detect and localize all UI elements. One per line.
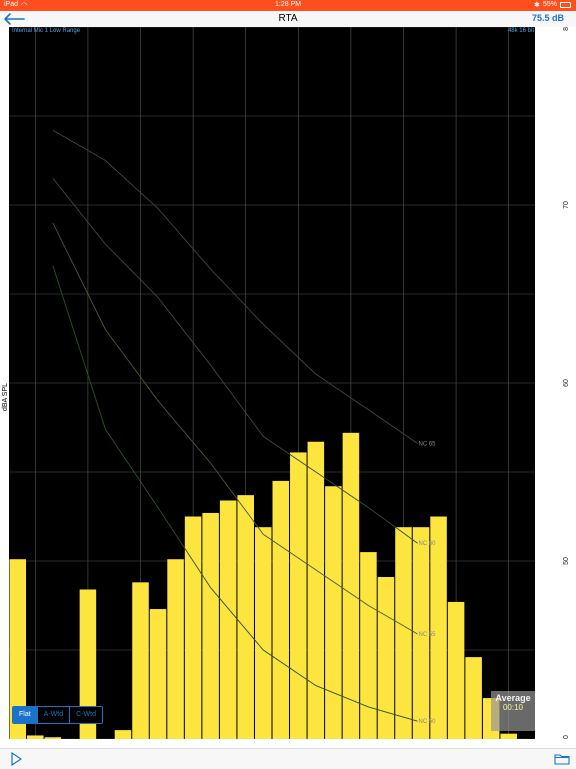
clock: 1:28 PM xyxy=(275,1,302,8)
status-bar: iPad ◠ 1:28 PM ✱ 55% xyxy=(0,0,576,11)
rta-bar xyxy=(377,577,395,739)
nc-label: NC 50 xyxy=(419,719,437,725)
weighting-a-button[interactable]: A-Wtd xyxy=(37,707,71,723)
play-icon[interactable] xyxy=(10,752,22,766)
rta-bar xyxy=(430,516,447,739)
y-tick-label: 40 xyxy=(563,735,570,739)
y-tick-label: 50 xyxy=(563,557,570,565)
level-readout: 75.5 dB xyxy=(531,13,564,23)
rta-bar xyxy=(342,432,360,739)
weighting-flat-button[interactable]: Flat xyxy=(13,707,38,723)
rta-bar xyxy=(290,452,307,739)
average-label: Average xyxy=(495,693,531,703)
rta-bar xyxy=(149,609,167,739)
rta-bar xyxy=(395,527,412,739)
rta-bar xyxy=(500,733,517,739)
y-tick-label: 70 xyxy=(563,201,570,209)
y-axis-label: dBA SPL xyxy=(2,383,9,411)
weighting-c-button[interactable]: C-Wtd xyxy=(70,707,102,723)
average-value: 00:10 xyxy=(502,703,524,712)
folder-icon[interactable] xyxy=(554,753,570,765)
page-title: RTA xyxy=(278,13,298,24)
rta-bar xyxy=(237,495,254,739)
nc-label: NC 60 xyxy=(419,541,437,547)
y-tick-label: 60 xyxy=(563,379,570,387)
rta-bar xyxy=(132,582,149,739)
rta-bar xyxy=(307,441,325,739)
rta-bar xyxy=(184,516,202,739)
rta-chart: NC 65NC 60NC 55NC 50 32631252505001k2k4k… xyxy=(0,27,576,739)
rta-bar xyxy=(219,500,237,739)
rta-bar xyxy=(202,512,219,739)
bluetooth-icon: ✱ xyxy=(534,2,540,9)
nc-label: NC 65 xyxy=(419,442,437,448)
y-axis: 80 70 60 50 40 xyxy=(563,27,570,739)
rta-bar xyxy=(167,559,184,739)
wifi-icon: ◠ xyxy=(21,2,28,9)
rta-bar xyxy=(360,552,377,739)
nav-bar: RTA 75.5 dB xyxy=(0,11,576,28)
device-label: iPad xyxy=(4,1,19,8)
rta-bar xyxy=(325,486,342,739)
rta-bar xyxy=(447,601,465,739)
input-label: Internal Mic 1 Low Range xyxy=(12,28,81,34)
bottom-toolbar xyxy=(0,748,576,769)
rta-bar xyxy=(254,527,272,739)
average-button[interactable]: Average 00:10 xyxy=(491,691,535,731)
battery-percent: 55% xyxy=(543,1,558,8)
battery-icon xyxy=(560,2,571,8)
format-label: 48k 16 bit xyxy=(508,28,534,34)
weighting-selector: Flat A-Wtd C-Wtd xyxy=(12,706,103,724)
rta-bar xyxy=(27,735,44,739)
nc-label: NC 55 xyxy=(419,632,437,638)
y-tick-label: 80 xyxy=(563,27,570,31)
rta-bar xyxy=(272,480,290,739)
rta-bar xyxy=(465,657,482,739)
rta-bar xyxy=(44,737,62,739)
rta-bar xyxy=(114,730,132,739)
